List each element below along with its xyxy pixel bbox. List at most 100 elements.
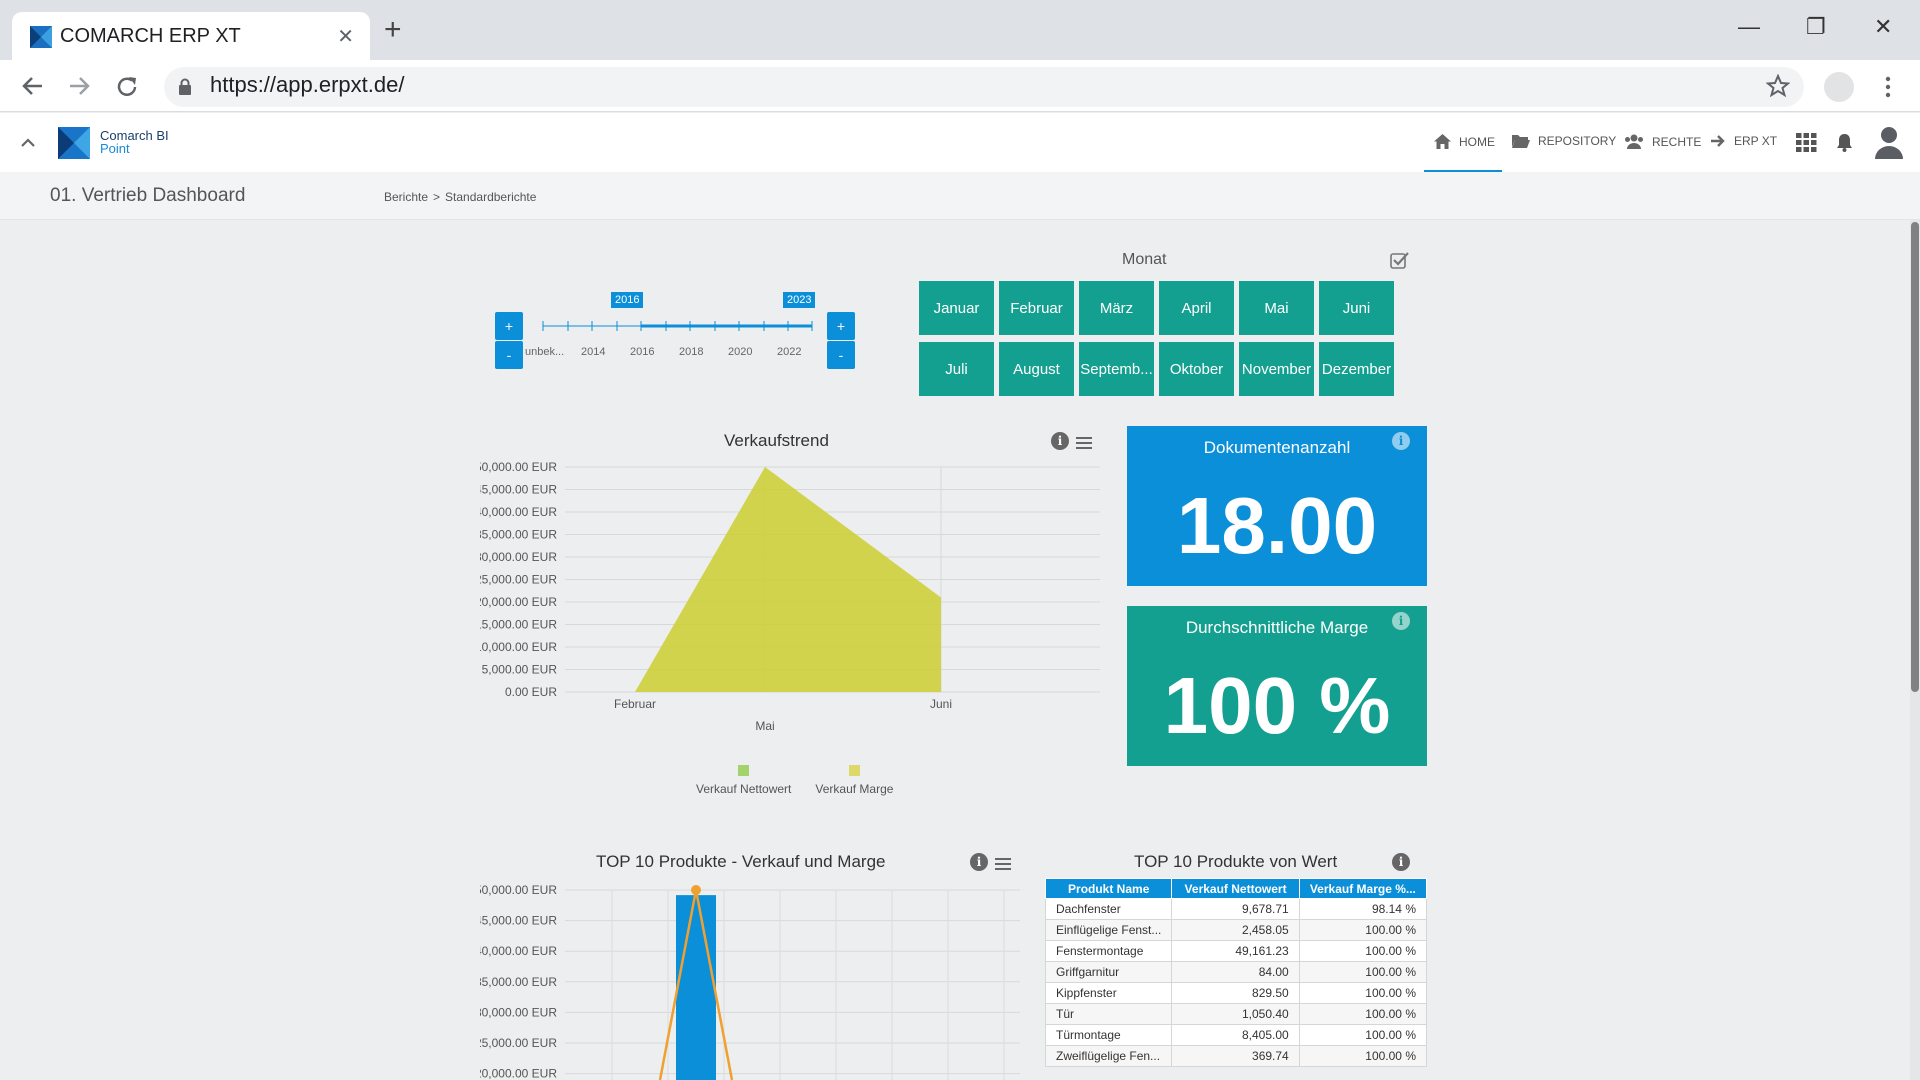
back-icon[interactable] xyxy=(20,74,46,98)
address-bar[interactable] xyxy=(164,67,1804,107)
breadcrumb: Berichte > Standardberichte xyxy=(384,190,536,204)
comarch-logo-icon xyxy=(58,127,90,159)
maximize-button[interactable]: ❐ xyxy=(1806,14,1826,40)
kpi-dokumentenanzahl: Dokumentenanzahl 18.00 i xyxy=(1127,426,1427,586)
nav-erp-xt[interactable]: ERP XT xyxy=(1710,134,1777,148)
month-button-august[interactable]: August xyxy=(999,342,1074,396)
close-window-button[interactable]: ✕ xyxy=(1874,14,1892,40)
nav-repository[interactable]: REPOSITORY xyxy=(1512,134,1616,148)
page-scrollbar-thumb[interactable] xyxy=(1911,222,1919,692)
breadcrumb-standardberichte[interactable]: Standardberichte xyxy=(445,190,536,204)
page-title: 01. Vertrieb Dashboard xyxy=(50,185,246,206)
year-tick-label: 2018 xyxy=(679,346,704,358)
nav-home-label: HOME xyxy=(1459,134,1495,149)
table-row[interactable]: Griffgarnitur 84.00 100.00 % xyxy=(1044,961,1428,983)
browser-tab[interactable]: COMARCH ERP XT ✕ xyxy=(12,12,370,60)
margin-point xyxy=(691,885,701,895)
legend-item-nettowert[interactable]: Verkauf Nettowert xyxy=(696,765,791,796)
legend-item-marge[interactable]: Verkauf Marge xyxy=(815,765,893,796)
col-header-nettowert[interactable]: Verkauf Nettowert xyxy=(1171,878,1300,899)
breadcrumb-berichte[interactable]: Berichte xyxy=(384,190,428,204)
y-tick-label: 40,000.00 EUR xyxy=(480,944,557,958)
bell-icon[interactable] xyxy=(1836,133,1853,152)
col-header-marge[interactable]: Verkauf Marge %... xyxy=(1298,878,1428,899)
month-button-dezember[interactable]: Dezember xyxy=(1319,342,1394,396)
month-button-april[interactable]: April xyxy=(1159,281,1234,335)
tab-title: COMARCH ERP XT xyxy=(60,25,241,47)
top10-chart: 50,000.00 EUR 45,000.00 EUR 40,000.00 EUR 3… xyxy=(480,883,1020,1080)
minimize-button[interactable]: — xyxy=(1738,14,1760,40)
month-button-juni[interactable]: Juni xyxy=(1319,281,1394,335)
kpi-value: 100 % xyxy=(1163,661,1391,750)
legend-swatch xyxy=(848,765,860,776)
cell-marge: 100.00 % xyxy=(1298,982,1428,1004)
top10-menu-icon[interactable] xyxy=(995,858,1011,873)
year-from-handle[interactable]: 2016 xyxy=(611,292,644,308)
apps-grid-icon[interactable] xyxy=(1796,133,1817,152)
kpi-info-icon[interactable]: i xyxy=(1392,432,1410,450)
kpi-title: Dokumentenanzahl xyxy=(1203,438,1351,457)
y-tick-label: 0.00 EUR xyxy=(505,685,557,699)
kpi-durchschnittliche-marge: Durchschnittliche Marge 100 % i xyxy=(1127,606,1427,766)
cell-nettowert: 369.74 xyxy=(1171,1045,1300,1067)
nav-home[interactable]: HOME xyxy=(1434,134,1495,149)
page-subheader xyxy=(0,172,1920,220)
legend-swatch xyxy=(738,765,750,776)
new-tab-button[interactable]: + xyxy=(384,15,402,45)
month-button-november[interactable]: November xyxy=(1239,342,1314,396)
month-button-oktober[interactable]: Oktober xyxy=(1159,342,1234,396)
y-tick-label: 50,000.00 EUR xyxy=(480,460,557,474)
table-row[interactable]: Einflügelige Fenst... 2,458.05 100.00 % xyxy=(1044,919,1428,941)
month-button-mai[interactable]: Mai xyxy=(1239,281,1314,335)
trend-menu-icon[interactable] xyxy=(1076,437,1092,452)
kpi-info-icon[interactable]: i xyxy=(1392,612,1410,630)
month-button-februar[interactable]: Februar xyxy=(999,281,1074,335)
table-row[interactable]: Tür 1,050.40 100.00 % xyxy=(1044,1003,1428,1025)
bookmark-star-icon[interactable] xyxy=(1766,74,1790,98)
chrome-menu-icon[interactable] xyxy=(1884,75,1892,99)
table-row[interactable]: Fenstermontage 49,161.23 100.00 % xyxy=(1044,940,1428,962)
table-row[interactable]: Dachfenster 9,678.71 98.14 % xyxy=(1044,898,1428,920)
select-all-checkbox-icon[interactable] xyxy=(1390,251,1410,269)
top10-table-info-icon[interactable]: i xyxy=(1392,853,1410,871)
cell-marge: 100.00 % xyxy=(1298,1045,1428,1067)
y-tick-label: 50,000.00 EUR xyxy=(480,883,557,897)
logo-line-2: Point xyxy=(100,141,130,156)
month-button-juli[interactable]: Juli xyxy=(919,342,994,396)
year-from-plus-button[interactable]: + xyxy=(495,312,523,340)
month-button-september[interactable]: Septemb... xyxy=(1079,342,1154,396)
forward-icon[interactable] xyxy=(66,74,92,98)
nav-erp-xt-label: ERP XT xyxy=(1734,134,1778,148)
table-row[interactable]: Türmontage 8,405.00 100.00 % xyxy=(1044,1024,1428,1046)
collapse-chevron-icon[interactable] xyxy=(20,136,36,148)
profile-avatar-icon[interactable] xyxy=(1824,72,1854,102)
year-to-minus-button[interactable]: - xyxy=(827,341,855,369)
kpi-value: 18.00 xyxy=(1176,481,1378,570)
year-to-handle[interactable]: 2023 xyxy=(783,292,816,308)
trend-info-icon[interactable]: i xyxy=(1051,432,1069,450)
y-tick-label: 30,000.00 EUR xyxy=(480,1005,557,1019)
bar-fenstermontage xyxy=(676,895,716,1080)
year-from-minus-button[interactable]: - xyxy=(495,341,523,369)
year-to-plus-button[interactable]: + xyxy=(827,312,855,340)
col-header-produkt[interactable]: Produkt Name xyxy=(1044,878,1173,899)
month-button-januar[interactable]: Januar xyxy=(919,281,994,335)
kpi-title: Durchschnittliche Marge xyxy=(1185,618,1369,637)
y-tick-label: 10,000.00 EUR xyxy=(480,640,557,654)
cell-nettowert: 1,050.40 xyxy=(1171,1003,1300,1025)
month-filter-title: Monat xyxy=(1122,251,1167,268)
tab-close-icon[interactable]: ✕ xyxy=(337,24,354,49)
y-tick-label: 25,000.00 EUR xyxy=(480,573,557,587)
table-row[interactable]: Kippfenster 829.50 100.00 % xyxy=(1044,982,1428,1004)
x-tick-label: Mai xyxy=(755,719,774,733)
y-tick-label: 35,000.00 EUR xyxy=(480,975,557,989)
nav-rechte[interactable]: RECHTE xyxy=(1624,134,1701,149)
top10-info-icon[interactable]: i xyxy=(970,853,988,871)
year-slider-track[interactable] xyxy=(540,318,815,338)
reload-icon[interactable] xyxy=(114,74,140,100)
app-logo-text: Comarch BI Point xyxy=(100,129,169,155)
month-button-maerz[interactable]: März xyxy=(1079,281,1154,335)
y-tick-label: 30,000.00 EUR xyxy=(480,550,557,564)
user-avatar-icon[interactable] xyxy=(1874,125,1904,159)
table-row[interactable]: Zweiflügelige Fen... 369.74 100.00 % xyxy=(1044,1045,1428,1067)
